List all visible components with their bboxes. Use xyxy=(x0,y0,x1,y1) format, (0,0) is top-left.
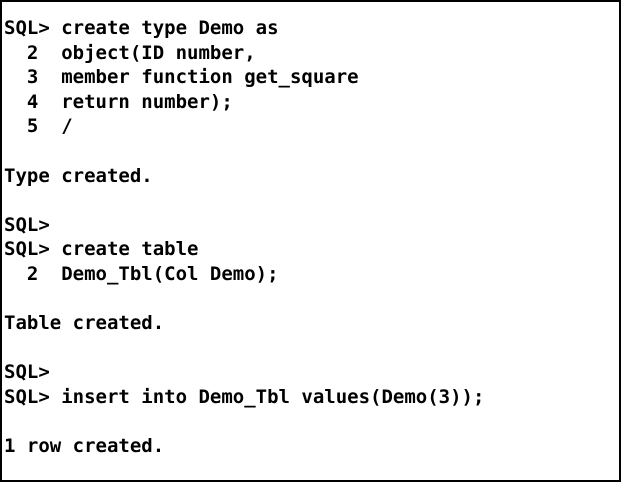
console-line: SQL> create type Demo as xyxy=(4,17,279,39)
console-line: SQL> xyxy=(4,213,50,236)
console-line: 1 row created. xyxy=(4,435,165,458)
console-line: 3 member function get_square xyxy=(4,66,359,89)
console-line: 5 / xyxy=(4,115,73,138)
console-line: 2 object(ID number, xyxy=(4,41,256,64)
console-line: 2 Demo_Tbl(Col Demo); xyxy=(4,262,279,285)
sqlplus-console[interactable]: SQL> create type Demo as 2 object(ID num… xyxy=(0,0,621,482)
console-line: SQL> xyxy=(4,361,50,384)
console-line: Table created. xyxy=(4,312,165,335)
console-line: SQL> insert into Demo_Tbl values(Demo(3)… xyxy=(4,385,485,408)
console-line: Type created. xyxy=(4,164,153,187)
console-line: 4 return number); xyxy=(4,90,233,113)
console-output: SQL> create type Demo as 2 object(ID num… xyxy=(4,16,484,459)
console-line: SQL> create table xyxy=(4,238,199,261)
